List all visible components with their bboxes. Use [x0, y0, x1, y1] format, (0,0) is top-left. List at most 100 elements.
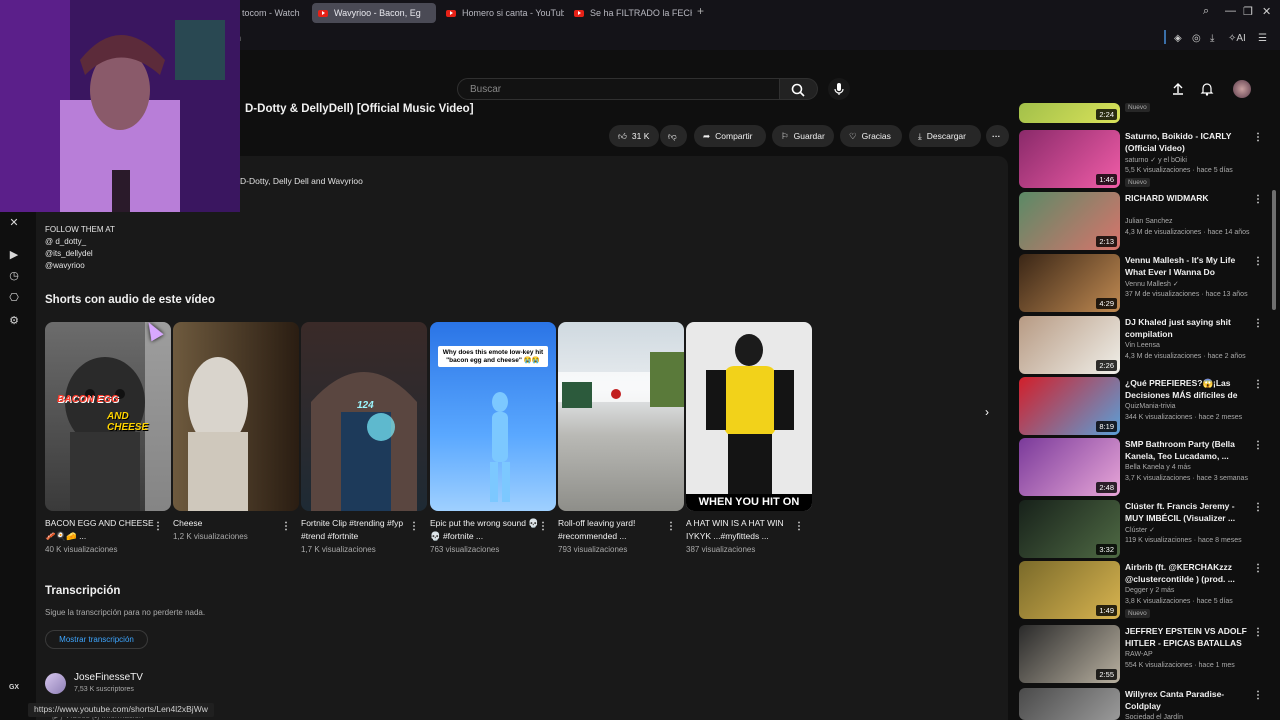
- related-title[interactable]: Vennu Mallesh - It's My Life What Ever I…: [1125, 254, 1251, 278]
- related-video[interactable]: 1:46 Saturno, Boikido - ICARLY (Official …: [1019, 130, 1269, 188]
- related-thumbnail[interactable]: 2:13: [1019, 192, 1120, 250]
- short-thumbnail[interactable]: WHEN YOU HIT ON: [686, 322, 812, 511]
- related-channel[interactable]: Clúster ✓: [1125, 526, 1155, 534]
- related-channel[interactable]: Vin Leensa: [1125, 342, 1160, 349]
- related-channel[interactable]: RAW-AP: [1125, 651, 1153, 658]
- short-title[interactable]: Fortnite Clip #trending #fyp #trend #for…: [301, 517, 413, 543]
- related-video[interactable]: 3:32 Clúster ft. Francis Jeremy - MUY IMB…: [1019, 500, 1269, 558]
- more-icon[interactable]: ⋮: [1253, 627, 1263, 638]
- more-icon[interactable]: ⋮: [794, 521, 804, 532]
- related-channel[interactable]: Degger y 2 más: [1125, 587, 1174, 594]
- channel-avatar[interactable]: [45, 673, 66, 694]
- short-thumbnail[interactable]: 124: [301, 322, 427, 511]
- short-title[interactable]: Roll-off leaving yard! #recommended ...: [558, 517, 670, 543]
- more-icon[interactable]: ⋮: [1253, 256, 1263, 267]
- search-tabs-icon[interactable]: ⌕: [1203, 5, 1209, 18]
- library-icon[interactable]: ⎔: [8, 292, 20, 304]
- related-channel[interactable]: Julian Sanchez: [1125, 218, 1172, 225]
- close-icon[interactable]: ✕: [8, 217, 20, 229]
- new-tab-button[interactable]: +: [697, 4, 704, 18]
- related-video[interactable]: 8:19 ¿Qué PREFIERES?😱¡Las Decisiones MÁS …: [1019, 377, 1269, 435]
- search-button[interactable]: [780, 78, 818, 100]
- more-icon[interactable]: ⋮: [666, 521, 676, 532]
- more-icon[interactable]: ⋮: [409, 521, 419, 532]
- related-video[interactable]: 2:48 SMP Bathroom Party (Bella Kanela, Te…: [1019, 438, 1269, 496]
- ai-icon[interactable]: ✧AI: [1228, 33, 1246, 44]
- related-video[interactable]: 1:49 Airbrib (ft. @KERCHAKzzz @clustercon…: [1019, 561, 1269, 619]
- short-thumbnail[interactable]: Why does this emote low-key hit "bacon e…: [430, 322, 556, 511]
- more-icon[interactable]: ⋮: [1253, 502, 1263, 513]
- bell-icon[interactable]: [1200, 81, 1214, 96]
- scrollbar[interactable]: [1272, 190, 1276, 310]
- avatar[interactable]: [1233, 80, 1251, 98]
- more-actions-button[interactable]: ···: [986, 125, 1009, 147]
- related-video[interactable]: 2:55 JEFFREY EPSTEIN VS ADOLF HITLER - EP…: [1019, 625, 1269, 683]
- more-icon[interactable]: ⋮: [1253, 132, 1263, 143]
- related-title[interactable]: Willyrex Canta Paradise- Coldplay: [1125, 688, 1251, 712]
- browser-tab[interactable]: Se ha FILTRADO la FECHA: [568, 3, 692, 23]
- related-channel[interactable]: Vennu Mallesh ✓: [1125, 280, 1179, 288]
- related-video[interactable]: 4:29 Vennu Mallesh - It's My Life What Ev…: [1019, 254, 1269, 312]
- related-thumbnail[interactable]: 1:49: [1019, 561, 1120, 619]
- save-button[interactable]: ⚐ Guardar: [772, 125, 834, 147]
- short-thumbnail[interactable]: [173, 322, 299, 511]
- close-window-icon[interactable]: ✕: [1262, 5, 1271, 18]
- short-card[interactable]: Cheese 1,2 K visualizaciones ⋮: [173, 322, 299, 541]
- short-thumbnail[interactable]: BACON EGG AND CHEESE: [45, 322, 171, 511]
- browser-tab[interactable]: tocom - Watch: [236, 3, 308, 23]
- voice-search-button[interactable]: [828, 78, 850, 100]
- related-title[interactable]: DJ Khaled just saying shit compilation: [1125, 316, 1251, 340]
- share-button[interactable]: ➦ Compartir: [694, 125, 766, 147]
- thanks-button[interactable]: ♡ Gracias: [840, 125, 902, 147]
- related-title[interactable]: Airbrib (ft. @KERCHAKzzz @clustercontild…: [1125, 561, 1251, 585]
- like-button[interactable]: 👍︎ 31 K: [609, 125, 659, 147]
- extension-icon[interactable]: ◈: [1174, 33, 1182, 44]
- chevron-right-icon[interactable]: ›: [976, 401, 998, 423]
- related-channel[interactable]: QuizMania-trivia: [1125, 403, 1176, 410]
- short-card[interactable]: WHEN YOU HIT ON A HAT WIN IS A HAT WIN I…: [686, 322, 812, 554]
- short-card[interactable]: Why does this emote low-key hit "bacon e…: [430, 322, 556, 554]
- more-icon[interactable]: ⋮: [538, 521, 548, 532]
- follow-line[interactable]: @ d_dotty_: [45, 236, 115, 248]
- related-video[interactable]: 2:13 RICHARD WIDMARK Julian Sanchez 4,3 M d…: [1019, 192, 1269, 250]
- more-icon[interactable]: ⋮: [281, 521, 291, 532]
- more-icon[interactable]: ⋮: [1253, 379, 1263, 390]
- related-thumbnail[interactable]: 4:29: [1019, 254, 1120, 312]
- related-video[interactable]: Willyrex Canta Paradise- Coldplay Socieda…: [1019, 688, 1269, 720]
- related-title[interactable]: Clúster ft. Francis Jeremy - MUY IMBÉCIL…: [1125, 500, 1251, 524]
- related-thumbnail[interactable]: [1019, 688, 1120, 720]
- related-title[interactable]: RICHARD WIDMARK: [1125, 192, 1251, 204]
- related-video[interactable]: 2:26 DJ Khaled just saying shit compilati…: [1019, 316, 1269, 374]
- channel-name[interactable]: JoseFinesseTV: [74, 672, 143, 683]
- search-input[interactable]: Buscar: [457, 78, 780, 100]
- short-card[interactable]: BACON EGG AND CHEESE BACON EGG AND CHEES…: [45, 322, 171, 554]
- browser-tab-active[interactable]: Wavyrioo - Bacon, Eg: [312, 3, 436, 23]
- play-circle-icon[interactable]: ▶: [8, 249, 20, 261]
- related-title[interactable]: ¿Qué PREFIERES?😱¡Las Decisiones MÁS difí…: [1125, 377, 1251, 401]
- menu-icon[interactable]: ☰: [1258, 33, 1267, 44]
- related-title[interactable]: SMP Bathroom Party (Bella Kanela, Teo Lu…: [1125, 438, 1251, 462]
- short-card[interactable]: Roll-off leaving yard! #recommended ... …: [558, 322, 684, 554]
- more-icon[interactable]: ⋮: [1253, 563, 1263, 574]
- short-title[interactable]: Cheese: [173, 517, 285, 530]
- follow-line[interactable]: @its_dellydel: [45, 248, 115, 260]
- related-thumbnail[interactable]: 2:24: [1019, 103, 1120, 123]
- account-icon[interactable]: ◎: [1192, 33, 1201, 44]
- related-thumbnail[interactable]: 1:46: [1019, 130, 1120, 188]
- follow-line[interactable]: @wavyrioo: [45, 260, 115, 272]
- related-thumbnail[interactable]: 2:26: [1019, 316, 1120, 374]
- more-icon[interactable]: ⋮: [1253, 440, 1263, 451]
- related-title[interactable]: Saturno, Boikido - ICARLY (Official Vide…: [1125, 130, 1251, 154]
- related-channel[interactable]: saturno ✓ y el bOiki: [1125, 156, 1187, 164]
- gear-icon[interactable]: ⚙: [8, 315, 20, 327]
- more-icon[interactable]: ⋮: [1253, 194, 1263, 205]
- download-icon[interactable]: ⤓: [1210, 33, 1214, 44]
- related-thumbnail[interactable]: 2:55: [1019, 625, 1120, 683]
- more-icon[interactable]: ⋮: [153, 521, 163, 532]
- related-thumbnail[interactable]: 2:48: [1019, 438, 1120, 496]
- clock-icon[interactable]: ◷: [8, 270, 20, 282]
- short-title[interactable]: Epic put the wrong sound 💀💀 #fortnite ..…: [430, 517, 542, 543]
- upload-icon[interactable]: [1171, 82, 1185, 96]
- short-title[interactable]: BACON EGG AND CHEESE 🥓🍳🧀 ...: [45, 517, 157, 543]
- maximize-icon[interactable]: ❐: [1243, 5, 1253, 18]
